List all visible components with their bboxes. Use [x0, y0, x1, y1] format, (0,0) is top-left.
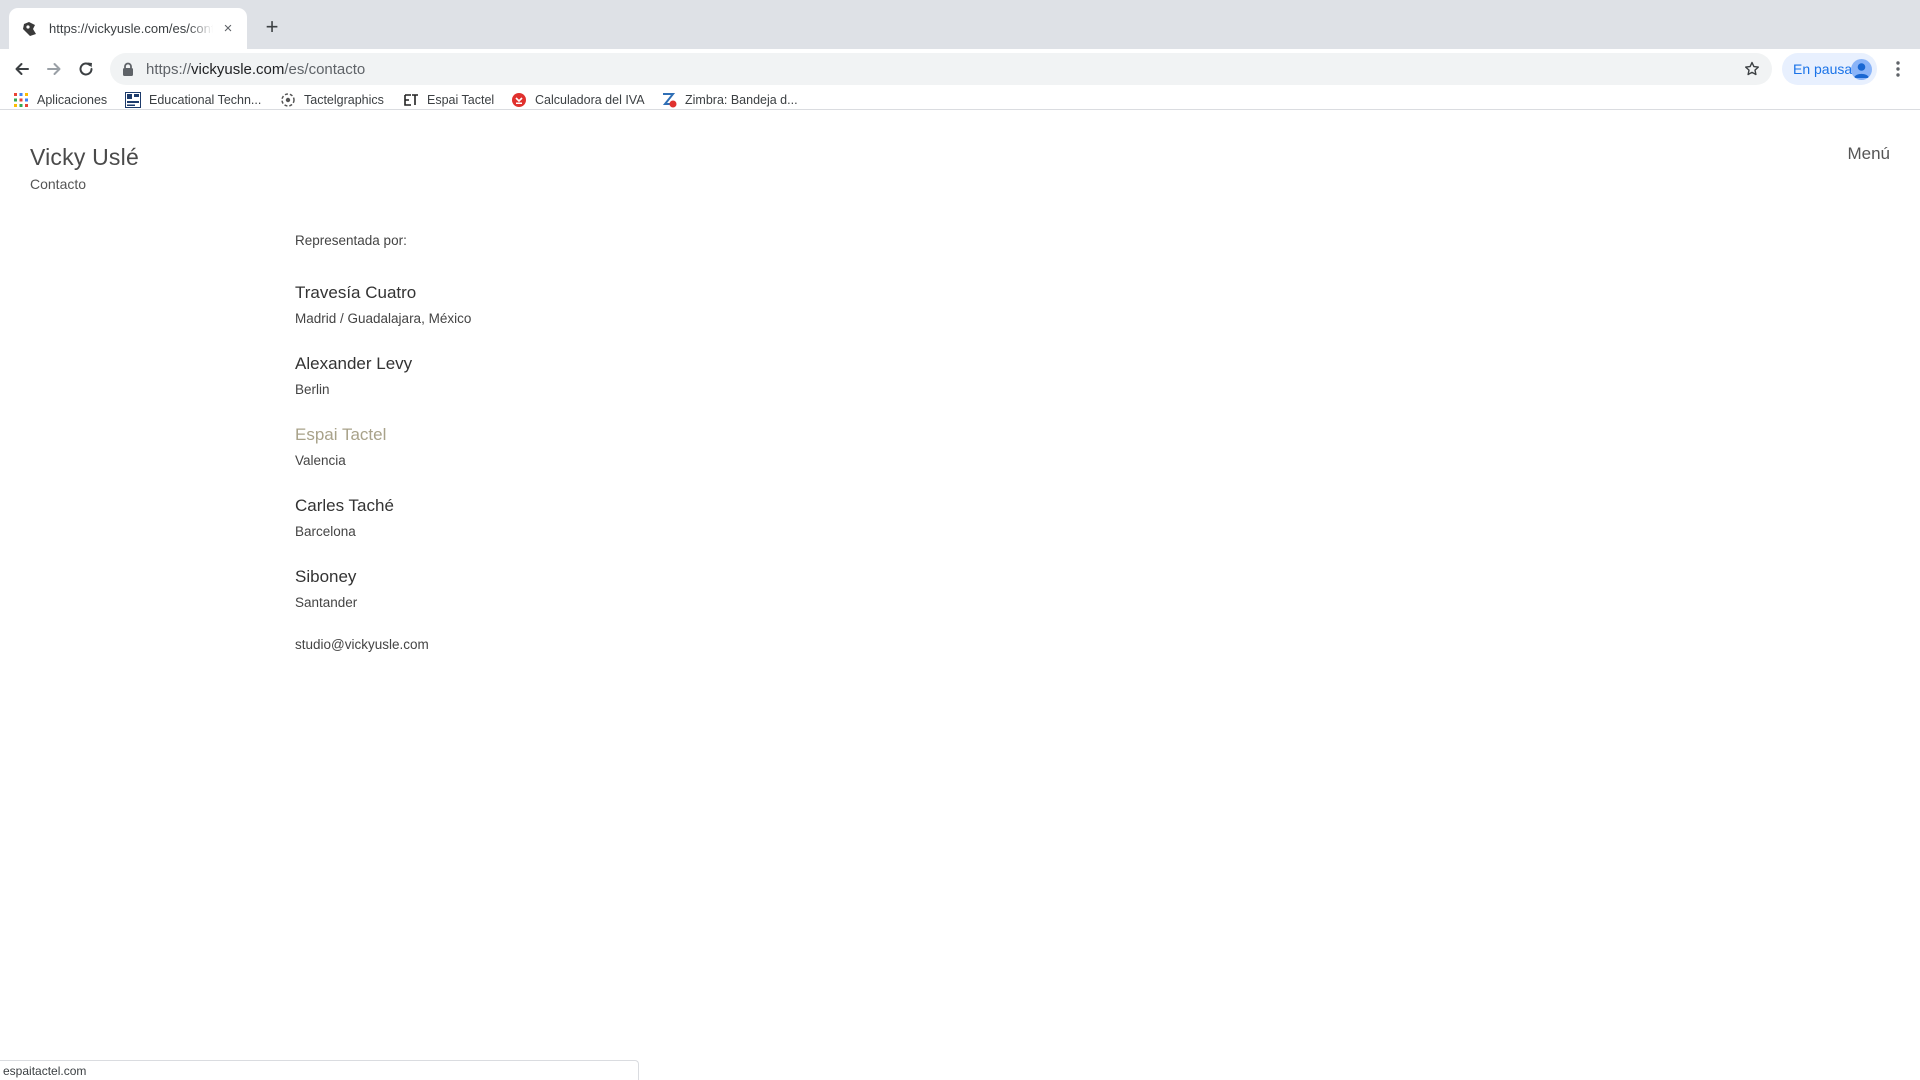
browser-menu-kebab-icon[interactable]: [1886, 55, 1910, 83]
page-subtitle: Contacto: [30, 176, 87, 192]
tactelgraphics-icon: [280, 92, 296, 108]
gallery-item: Siboney Santander: [295, 566, 995, 612]
menu-button[interactable]: Menú: [1847, 144, 1890, 164]
bookmarks-bar: Aplicaciones Educational Techn... Tactel…: [0, 89, 1920, 110]
bookmark-label: Tactelgraphics: [304, 92, 384, 107]
avatar-icon: [1851, 59, 1872, 80]
tab-close-icon[interactable]: ×: [219, 20, 237, 38]
bookmark-label: Espai Tactel: [427, 92, 495, 107]
bookmark-label: Educational Techn...: [149, 92, 262, 107]
url-text: https://vickyusle.com/es/contacto: [146, 61, 365, 78]
bookmark-label: Zimbra: Bandeja d...: [685, 92, 798, 107]
gallery-item: Travesía Cuatro Madrid / Guadalajara, Mé…: [295, 282, 995, 328]
bookmark-aplicaciones[interactable]: Aplicaciones: [13, 89, 107, 110]
email-link[interactable]: studio@vickyusle.com: [295, 637, 995, 652]
bookmark-label: Aplicaciones: [37, 92, 108, 107]
address-bar[interactable]: https://vickyusle.com/es/contacto: [110, 53, 1772, 85]
gallery-link-siboney[interactable]: Siboney: [295, 566, 995, 588]
gallery-city: Valencia: [295, 453, 346, 468]
url-path: /es/contacto: [284, 60, 366, 78]
zimbra-icon: [661, 92, 677, 108]
apps-grid-icon: [13, 92, 29, 108]
new-tab-icon[interactable]: +: [258, 13, 286, 41]
browser-toolbar: https://vickyusle.com/es/contacto En pau…: [0, 49, 1920, 89]
tab-title: https://vickyusle.com/es/contacto: [49, 21, 213, 36]
back-arrow-icon[interactable]: [8, 55, 36, 83]
espai-tactel-icon: [403, 92, 419, 108]
gallery-link-alexander-levy[interactable]: Alexander Levy: [295, 353, 995, 375]
bookmark-calculadora-iva[interactable]: Calculadora del IVA: [511, 89, 645, 110]
represented-by-label: Representada por:: [295, 233, 407, 248]
reload-icon[interactable]: [72, 55, 100, 83]
browser-tabstrip: https://vickyusle.com/es/contacto × +: [0, 0, 1920, 49]
bookmark-zimbra[interactable]: Zimbra: Bandeja d...: [661, 89, 798, 110]
calculadora-iva-icon: [511, 92, 527, 108]
bookmark-espai-tactel[interactable]: Espai Tactel: [403, 89, 494, 110]
bookmark-tactelgraphics[interactable]: Tactelgraphics: [280, 89, 384, 110]
lock-icon[interactable]: [120, 61, 136, 77]
url-scheme: https://: [146, 60, 192, 78]
gallery-link-espai-tactel[interactable]: Espai Tactel: [295, 424, 995, 446]
site-favicon-icon: [21, 20, 39, 38]
bookmark-educational-tech[interactable]: Educational Techn...: [125, 89, 261, 110]
gallery-item: Alexander Levy Berlin: [295, 353, 995, 399]
page-viewport: Vicky Uslé Contacto Menú Representada po…: [0, 111, 1920, 1080]
gallery-item: Espai Tactel Valencia: [295, 424, 995, 470]
contact-content: Representada por: Travesía Cuatro Madrid…: [295, 233, 995, 652]
gallery-city: Santander: [295, 595, 358, 610]
gallery-link-travesia-cuatro[interactable]: Travesía Cuatro: [295, 282, 995, 304]
gallery-city: Berlin: [295, 382, 330, 397]
site-title[interactable]: Vicky Uslé: [30, 144, 139, 171]
browser-tab-active[interactable]: https://vickyusle.com/es/contacto ×: [9, 8, 247, 49]
bookmark-label: Calculadora del IVA: [535, 92, 645, 107]
gallery-city: Barcelona: [295, 524, 356, 539]
profile-button[interactable]: En pausa: [1782, 53, 1877, 85]
url-host: vickyusle.com: [191, 60, 285, 78]
gallery-city: Madrid / Guadalajara, México: [295, 311, 472, 326]
profile-status-label: En pausa: [1793, 61, 1853, 77]
gallery-link-carles-tache[interactable]: Carles Taché: [295, 495, 995, 517]
link-status-bubble: espaitactel.com: [0, 1060, 639, 1080]
educational-tech-icon: [125, 91, 141, 108]
bookmark-star-icon[interactable]: [1742, 59, 1762, 79]
forward-arrow-icon[interactable]: [40, 55, 68, 83]
gallery-item: Carles Taché Barcelona: [295, 495, 995, 541]
